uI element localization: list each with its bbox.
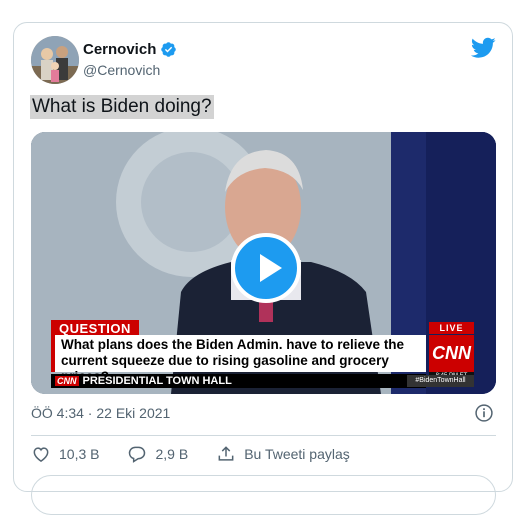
program-title: PRESIDENTIAL TOWN HALL (82, 375, 232, 387)
share-label: Bu Tweeti paylaş (244, 446, 350, 462)
video-thumbnail[interactable]: QUESTION What plans does the Biden Admin… (31, 132, 496, 394)
like-button[interactable]: 10,3 B (31, 444, 99, 464)
author-name-row[interactable]: Cernovich (83, 41, 177, 58)
program-logo: CNN (55, 376, 79, 386)
author-display-name[interactable]: Cernovich (83, 41, 156, 58)
family-photo-avatar-icon (31, 36, 79, 84)
cnn-logo: CNN (429, 335, 474, 372)
twitter-logo-icon[interactable] (471, 37, 496, 59)
play-icon (259, 254, 282, 282)
info-icon[interactable] (474, 403, 494, 423)
action-bar: 10,3 B 2,9 B Bu Tweeti paylaş (31, 444, 378, 464)
tweet-timestamp[interactable]: ÖÖ 4:34 · 22 Eki 2021 (31, 405, 170, 421)
verified-badge-icon (161, 42, 177, 57)
author-handle[interactable]: @Cernovich (83, 62, 160, 78)
reply-icon (129, 446, 146, 463)
share-button[interactable]: Bu Tweeti paylaş (216, 444, 350, 464)
read-replies-button[interactable] (31, 475, 496, 515)
live-badge: LIVE (429, 322, 474, 334)
chyron-box: What plans does the Biden Admin. have to… (51, 335, 426, 384)
hashtag-badge: #BidenTownHall (407, 375, 474, 387)
like-count: 10,3 B (59, 446, 100, 462)
share-icon (218, 446, 234, 461)
divider (31, 435, 496, 436)
play-button[interactable] (230, 233, 301, 303)
reply-count: 2,9 B (155, 446, 189, 462)
tweet-card[interactable]: Cernovich @Cernovich What is Biden doing… (13, 22, 513, 515)
heart-icon (33, 447, 49, 462)
reply-button[interactable]: 2,9 B (127, 444, 188, 464)
tweet-text: What is Biden doing? (30, 95, 214, 119)
author-avatar[interactable] (31, 36, 79, 84)
program-bar: CNN PRESIDENTIAL TOWN HALL (51, 374, 426, 388)
